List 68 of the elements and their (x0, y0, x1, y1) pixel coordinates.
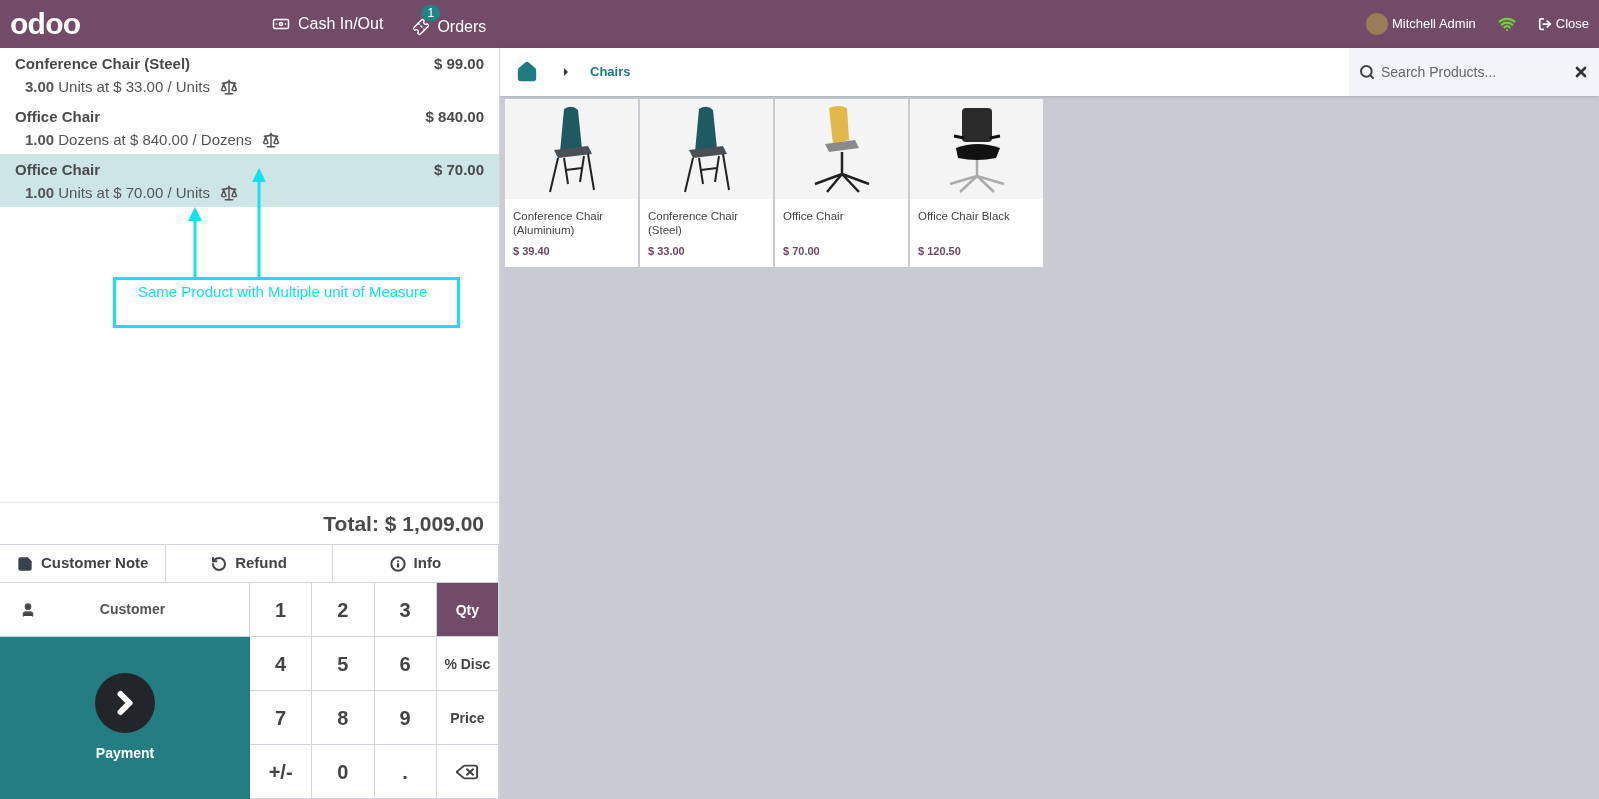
orders-button[interactable]: 1 Orders (413, 5, 487, 43)
numpad-key[interactable]: 8 (312, 691, 375, 745)
breadcrumb-link[interactable]: Chairs (590, 62, 631, 82)
product-card[interactable]: Conference Chair (Steel) $ 33.00 (640, 99, 773, 267)
product-name: Conference Chair (Aluminium) (512, 209, 605, 238)
order-total: Total: $ 1,009.00 (323, 510, 484, 537)
action-button[interactable]: Customer Note (0, 545, 167, 583)
product-price: $ 70.00 (782, 244, 821, 259)
info-icon (389, 555, 406, 572)
payment-button[interactable]: Payment (0, 637, 250, 799)
numpad-key[interactable]: 2 (312, 583, 375, 637)
product-name: Office Chair Black (917, 209, 1011, 224)
product-name: Office Chair (15, 107, 101, 127)
product-price: $ 33.00 (647, 244, 686, 259)
caret-icon (564, 68, 568, 76)
product-card[interactable]: Conference Chair (Aluminium) $ 39.40 (505, 99, 638, 267)
line-price: $ 70.00 (433, 160, 484, 180)
numpad-key[interactable]: 5 (312, 637, 375, 691)
product-name: Conference Chair (Steel) (15, 54, 191, 74)
scale-icon (219, 183, 238, 202)
exit-icon (1537, 17, 1552, 31)
cash-in-out-button[interactable]: Cash In/Out (272, 12, 384, 36)
unit-price-text: Units at $ 33.00 / Units (58, 76, 210, 97)
numpad-key[interactable]: 3 (374, 583, 437, 637)
product-price: $ 39.40 (512, 244, 551, 259)
search-field[interactable]: Search Products... (1349, 48, 1599, 96)
product-name: Conference Chair (Steel) (647, 209, 740, 238)
close-icon[interactable] (1573, 64, 1589, 80)
numpad-key[interactable]: +/- (250, 745, 313, 799)
product-name: Office Chair (15, 160, 101, 180)
product-price: $ 120.50 (917, 244, 962, 259)
logo: odoo (10, 9, 82, 39)
numpad-key[interactable]: . (374, 745, 437, 799)
quantity: 1.00 (25, 182, 55, 203)
product-name: Office Chair (782, 209, 845, 224)
note-icon (16, 555, 33, 572)
unit-price-text: Units at $ 70.00 / Units (58, 182, 210, 203)
mode-key[interactable]: Qty (436, 583, 499, 637)
close-button[interactable]: Close (1537, 14, 1589, 34)
wifi-icon (1497, 15, 1516, 33)
quantity: 3.00 (25, 76, 55, 97)
line-price: $ 840.00 (425, 107, 484, 127)
annotation-box: Same Product with Multiple unit of Measure (113, 277, 460, 328)
home-icon[interactable] (516, 61, 538, 83)
numpad-key[interactable]: 7 (250, 691, 313, 745)
numpad-key[interactable]: 4 (250, 637, 313, 691)
mode-key[interactable]: Price (436, 691, 499, 745)
search-input[interactable]: Search Products... (1381, 61, 1567, 83)
scale-icon (219, 77, 238, 96)
line-price: $ 99.00 (433, 54, 484, 74)
numpad-key[interactable]: 9 (374, 691, 437, 745)
numpad-key[interactable]: 0 (312, 745, 375, 799)
person-icon (20, 601, 36, 618)
scale-icon (261, 130, 280, 149)
backspace-key[interactable] (436, 745, 499, 799)
quantity: 1.00 (25, 129, 55, 150)
user-name: Mitchell Admin (1391, 15, 1476, 34)
search-icon (1359, 64, 1375, 80)
product-card[interactable]: Office Chair $ 70.00 (775, 99, 908, 267)
unit-price-text: Dozens at $ 840.00 / Dozens (58, 129, 252, 150)
numpad-key[interactable]: 1 (250, 583, 313, 637)
numpad-key[interactable]: 6 (374, 637, 437, 691)
arrow (188, 207, 202, 277)
avatar (1365, 13, 1388, 35)
undo-icon (211, 555, 228, 572)
product-card[interactable]: Office Chair Black $ 120.50 (910, 99, 1043, 267)
order-count-badge: 1 (421, 5, 441, 21)
mode-key[interactable]: % Disc (436, 637, 499, 691)
